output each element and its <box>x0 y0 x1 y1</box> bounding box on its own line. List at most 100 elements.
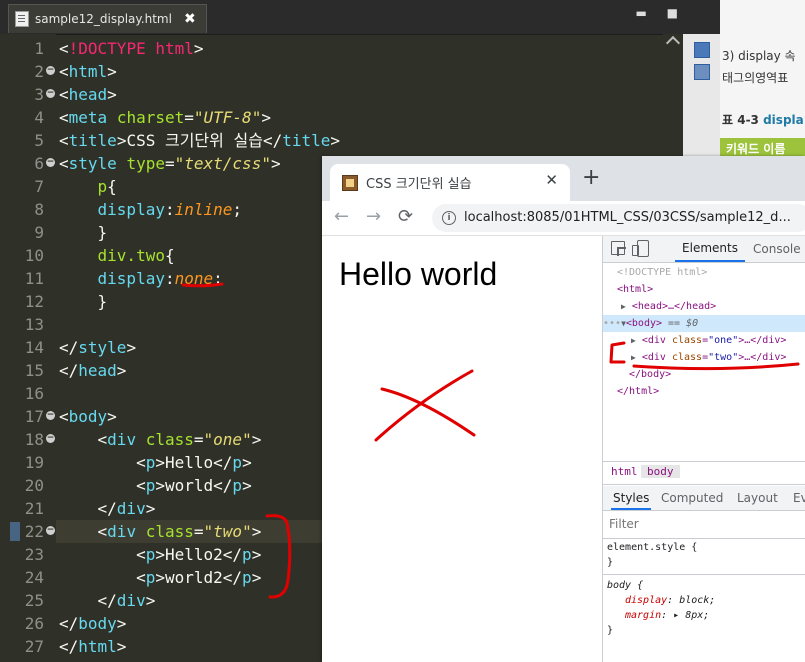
code-line[interactable]: </html> <box>59 635 126 658</box>
code-line[interactable]: <style type="text/css"> <box>59 152 281 175</box>
fold-toggle-icon[interactable]: − <box>46 66 55 75</box>
code-line[interactable]: </style> <box>59 336 136 359</box>
expand-triangle-icon[interactable]: ▶ <box>631 336 636 345</box>
tab-layout[interactable]: Layout <box>737 486 778 510</box>
styles-filter <box>603 512 805 539</box>
code-line[interactable]: p{ <box>59 175 117 198</box>
code-token: : <box>164 200 175 219</box>
dom-body-selected[interactable]: •••▼<body> == $0 <box>603 315 805 332</box>
tab-event-listeners[interactable]: Ev <box>793 486 805 510</box>
code-line[interactable]: <head> <box>59 83 117 106</box>
code-token: ; <box>232 200 243 219</box>
code-token: < <box>136 453 146 472</box>
code-line[interactable]: display:inline; <box>59 198 243 221</box>
style-declaration-display[interactable]: display: block; <box>625 593 715 608</box>
code-token: } <box>59 292 108 311</box>
device-toolbar-icon[interactable] <box>632 240 649 257</box>
code-line[interactable]: <p>world2</p> <box>59 566 261 589</box>
back-icon[interactable]: ← <box>334 207 349 227</box>
line-number-label: 7 <box>34 177 44 196</box>
styles-pane[interactable]: element.style { } body { display: block;… <box>603 540 805 662</box>
tab-computed[interactable]: Computed <box>661 486 723 510</box>
code-line[interactable]: </head> <box>59 359 126 382</box>
code-line[interactable]: div.two{ <box>59 244 175 267</box>
code-line[interactable]: display:none; <box>59 267 223 290</box>
dom-html-open[interactable]: <html> <box>617 281 653 298</box>
line-number: 7 <box>0 175 56 198</box>
hierarchy-icon[interactable] <box>694 64 710 80</box>
style-declaration-margin[interactable]: margin: ▸ 8px; <box>625 608 709 623</box>
code-line[interactable]: </div> <box>59 497 156 520</box>
fold-toggle-icon[interactable]: − <box>46 411 55 420</box>
new-tab-button[interactable]: + <box>582 167 600 189</box>
code-line[interactable]: <!DOCTYPE html> <box>59 37 204 60</box>
reload-icon[interactable]: ⟳ <box>398 207 413 227</box>
code-line[interactable]: <title>CSS 크기단위 실습</title> <box>59 129 340 152</box>
code-token: </ <box>213 453 233 472</box>
code-token: > <box>155 453 165 472</box>
dom-body-close[interactable]: </body> <box>629 366 671 383</box>
editor-window-buttons[interactable]: ▬ ■ <box>636 6 687 20</box>
editor-tab-close-icon[interactable]: ✖ <box>184 11 196 27</box>
dom-head[interactable]: ▶ <head>…</head> <box>621 298 716 315</box>
dom-html-close[interactable]: </html> <box>617 383 659 400</box>
code-line[interactable]: <div class="one"> <box>59 428 262 451</box>
code-line[interactable]: <html> <box>59 60 117 83</box>
expand-triangle-icon[interactable]: ▶ <box>631 353 636 362</box>
html-file-icon <box>15 11 29 27</box>
line-number: 8 <box>0 198 56 221</box>
code-token: < <box>59 39 69 58</box>
fold-toggle-icon[interactable]: − <box>46 158 55 167</box>
code-line[interactable]: } <box>59 290 108 313</box>
address-bar[interactable]: i localhost:8085/01HTML_CSS/03CSS/sample… <box>432 204 805 232</box>
editor-tab[interactable]: sample12_display.html ✖ <box>8 4 207 33</box>
code-line[interactable]: } <box>59 221 108 244</box>
line-number-label: 10 <box>24 246 44 265</box>
scroll-up-icon[interactable] <box>665 35 681 51</box>
expand-triangle-icon[interactable]: ▶ <box>621 302 626 311</box>
line-number: 14 <box>0 336 56 359</box>
tab-elements[interactable]: Elements <box>675 236 745 262</box>
dom-tree[interactable]: <!DOCTYPE html> <html> ▶ <head>…</head> … <box>603 264 805 454</box>
code-line[interactable]: <body> <box>59 405 117 428</box>
crumb-html[interactable]: html <box>611 465 638 478</box>
filter-input[interactable] <box>609 517 789 531</box>
site-info-icon[interactable]: i <box>442 211 456 225</box>
dom-div-two[interactable]: ▶ <div class="two">…</div> <box>631 349 786 366</box>
fold-toggle-icon[interactable]: − <box>46 434 55 443</box>
tab-close-icon[interactable]: ✕ <box>545 171 558 189</box>
inspect-element-icon[interactable] <box>611 241 626 256</box>
browser-tab[interactable]: CSS 크기단위 실습 ✕ <box>330 164 570 201</box>
favicon-icon <box>342 175 358 191</box>
dom-more-dots[interactable]: ••• <box>603 318 621 329</box>
line-number: 18− <box>0 428 56 451</box>
element-style-rule[interactable]: element.style { <box>607 540 697 555</box>
browser-window: CSS 크기단위 실습 ✕ + ← → ⟳ i localhost:8085/0… <box>322 156 805 662</box>
tab-console[interactable]: Console <box>753 236 801 262</box>
crumb-body[interactable]: body <box>641 465 680 478</box>
code-token: </ <box>213 476 233 495</box>
code-token: > <box>193 39 204 58</box>
line-number-label: 27 <box>24 637 44 656</box>
code-line[interactable]: <p>Hello2</p> <box>59 543 261 566</box>
tab-styles[interactable]: Styles <box>611 486 652 510</box>
code-token: </ <box>59 338 79 357</box>
fold-toggle-icon[interactable]: − <box>46 89 55 98</box>
code-line[interactable]: </body> <box>59 612 126 635</box>
code-line[interactable]: <meta charset="UTF-8"> <box>59 106 271 129</box>
body-rule-selector[interactable]: body { <box>607 578 643 593</box>
code-token: html <box>68 62 108 81</box>
code-line[interactable]: </div> <box>59 589 156 612</box>
code-token: { <box>164 246 175 265</box>
code-line[interactable]: <p>world</p> <box>59 474 252 497</box>
outline-icon[interactable] <box>694 42 710 58</box>
code-line[interactable]: <p>Hello</p> <box>59 451 252 474</box>
forward-icon[interactable]: → <box>366 207 381 227</box>
dom-doctype[interactable]: <!DOCTYPE html> <box>617 264 707 281</box>
fold-toggle-icon[interactable]: − <box>46 526 55 535</box>
doc-table-header-label: 키워드 이름 <box>726 142 786 156</box>
url-text[interactable]: localhost:8085/01HTML_CSS/03CSS/sample12… <box>464 210 791 225</box>
code-token: Hello <box>164 453 214 472</box>
dom-div-one[interactable]: ▶ <div class="one">…</div> <box>631 332 786 349</box>
